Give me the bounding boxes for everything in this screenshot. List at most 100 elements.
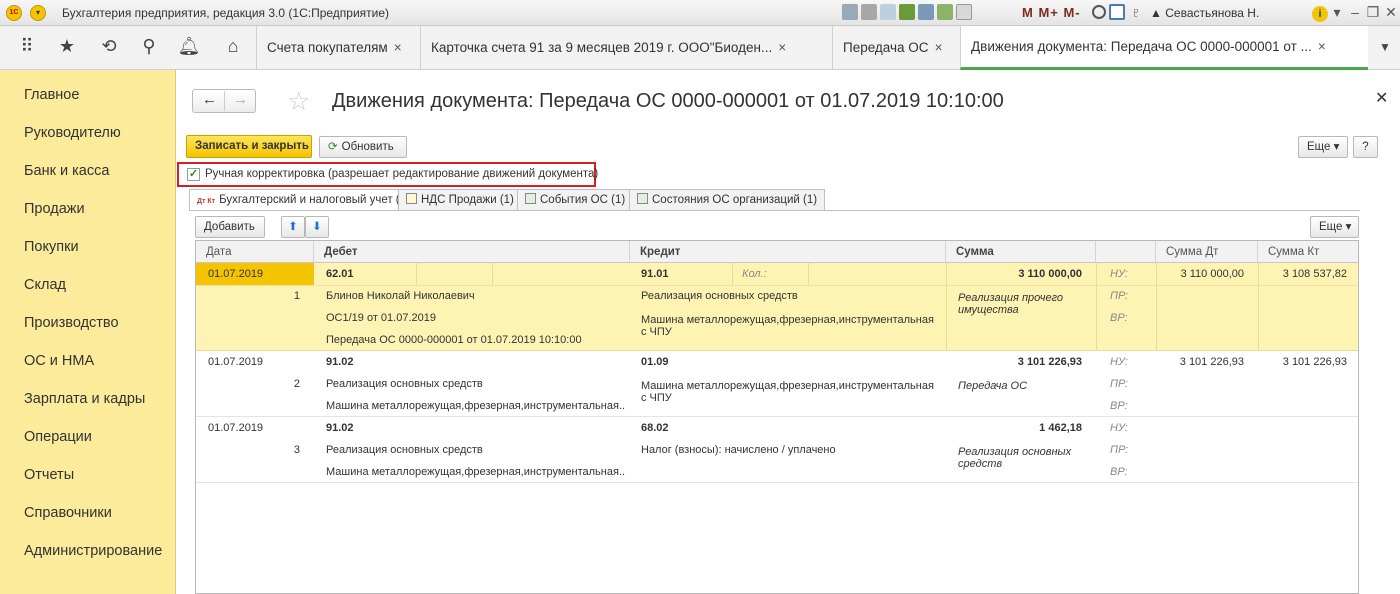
close-tab-icon[interactable]: × [394, 40, 402, 55]
main-menu-icon[interactable]: ▾ [30, 5, 46, 21]
memory-buttons[interactable]: M M+ M- [1022, 5, 1081, 20]
settings-icon[interactable]: ♇ [1128, 4, 1144, 20]
app-window: 1С ▾ Бухгалтерия предприятия, редакция 3… [0, 0, 1400, 594]
favorites-star-icon[interactable]: ★ [54, 36, 80, 57]
app-logo: 1С [6, 5, 22, 21]
sidebar-item-main[interactable]: Главное [0, 76, 175, 114]
tab-accounting[interactable]: Дт Кт Бухгалтерский и налоговый учет (3) [189, 189, 418, 211]
history-icon[interactable]: ⟲ [96, 36, 122, 57]
close-form-icon[interactable]: ✕ [1375, 88, 1388, 108]
sidebar-item-payroll[interactable]: Зарплата и кадры [0, 380, 175, 418]
move-up-arrow-icon[interactable]: ⬆ [281, 216, 305, 238]
row2-debit-sub1: Реализация основных средств [326, 378, 483, 390]
help-button[interactable]: ? [1353, 136, 1378, 158]
row1-number: 1 [293, 290, 300, 302]
refresh-icon: ⟳ [328, 141, 338, 153]
notifications-bell-icon[interactable]: 🔔︎ [176, 36, 202, 57]
column-header-sum[interactable]: Сумма [946, 241, 1096, 263]
dropdown-icon[interactable]: ▾ [1328, 4, 1346, 21]
tab-account-card[interactable]: Карточка счета 91 за 9 месяцев 2019 г. О… [420, 26, 832, 70]
more-button[interactable]: Еще ▾ [1298, 136, 1348, 158]
search-icon[interactable]: ⚲ [136, 36, 162, 57]
user-name[interactable]: ▲ Севастьянова Н. [1150, 6, 1259, 20]
title-bar: 1С ▾ Бухгалтерия предприятия, редакция 3… [0, 0, 1400, 26]
tab-label: Движения документа: Передача ОС 0000-000… [971, 39, 1312, 54]
favorite-star-icon[interactable]: ☆ [287, 86, 310, 117]
register-icon [637, 193, 648, 204]
register-icon [525, 193, 536, 204]
row2-debit-account: 91.02 [326, 356, 354, 368]
tabs-dropdown-icon[interactable]: ▼ [1372, 40, 1398, 54]
movements-table[interactable]: Дата Дебет Кредит Сумма Сумма Дт Сумма К… [195, 240, 1359, 594]
back-arrow-icon[interactable]: ← [202, 91, 217, 108]
row2-label-pr: ПР: [1110, 378, 1129, 390]
sidebar-item-bank[interactable]: Банк и касса [0, 152, 175, 190]
column-header-date[interactable]: Дата [196, 241, 314, 263]
add-button[interactable]: Добавить [195, 216, 265, 238]
sidebar-item-fixed-assets[interactable]: ОС и НМА [0, 342, 175, 380]
row2-label-vr: ВР: [1110, 400, 1128, 412]
minimize-icon[interactable]: – [1346, 4, 1364, 20]
column-header-sum-dt[interactable]: Сумма Дт [1156, 241, 1258, 263]
window-layout-icon[interactable] [1109, 4, 1125, 20]
save-icon[interactable] [842, 4, 858, 20]
close-icon[interactable]: ✕ [1382, 4, 1400, 21]
column-header-credit[interactable]: Кредит [630, 241, 946, 263]
row3-debit-sub1: Реализация основных средств [326, 444, 483, 456]
tab-os-events[interactable]: События ОС (1) [517, 189, 634, 210]
user-icon: ▲ [1150, 6, 1162, 20]
move-down-arrow-icon[interactable]: ⬇ [305, 216, 329, 238]
row1-label-pr: ПР: [1110, 290, 1129, 302]
column-header-debit[interactable]: Дебет [314, 241, 630, 263]
preview-icon[interactable] [880, 4, 896, 20]
app-title: Бухгалтерия предприятия, редакция 3.0 (1… [62, 6, 390, 20]
close-tab-icon[interactable]: × [935, 40, 943, 55]
tab-vat-label: НДС Продажи (1) [421, 194, 514, 206]
sidebar-item-sales[interactable]: Продажи [0, 190, 175, 228]
tab-invoices[interactable]: Счета покупателям × [256, 26, 420, 70]
calendar-icon[interactable] [956, 4, 972, 20]
row3-label-nu: НУ: [1110, 422, 1128, 434]
sidebar-item-references[interactable]: Справочники [0, 494, 175, 532]
close-tab-icon[interactable]: × [778, 40, 786, 55]
row1-sum-note: Реализация прочего имущества [958, 292, 1063, 316]
sidebar-item-operations[interactable]: Операции [0, 418, 175, 456]
calculator-icon[interactable] [937, 4, 953, 20]
row1-debit-sub3: Передача ОС 0000-000001 от 01.07.2019 10… [326, 334, 582, 346]
tab-bar: ⠿ ★ ⟲ ⚲ 🔔︎ ⌂ Счета покупателям × Карточка… [0, 26, 1400, 70]
sidebar-item-warehouse[interactable]: Склад [0, 266, 175, 304]
tab-document-movements[interactable]: Движения документа: Передача ОС 0000-000… [960, 26, 1368, 70]
apps-grid-icon[interactable]: ⠿ [14, 36, 40, 57]
tab-os-states[interactable]: Состояния ОС организаций (1) [629, 189, 826, 210]
manual-adjustment-checkbox[interactable]: ✓ [187, 168, 200, 181]
close-tab-icon[interactable]: × [1318, 39, 1326, 54]
sidebar-item-reports[interactable]: Отчеты [0, 456, 175, 494]
row2-number: 2 [293, 378, 300, 390]
restore-icon[interactable]: ❐ [1364, 4, 1382, 21]
sidebar-item-purchases[interactable]: Покупки [0, 228, 175, 266]
zoom-icon[interactable] [1092, 5, 1106, 19]
home-icon[interactable]: ⌂ [220, 36, 246, 57]
forward-arrow-icon[interactable]: → [233, 91, 248, 108]
save-close-button[interactable]: Записать и закрыть [186, 135, 312, 158]
tab-transfer-os[interactable]: Передача ОС × [832, 26, 960, 70]
link-icon[interactable] [918, 4, 934, 20]
sidebar-item-production[interactable]: Производство [0, 304, 175, 342]
tab-divider [189, 210, 1360, 211]
refresh-button[interactable]: ⟳ Обновить [319, 136, 407, 158]
toolbar-icons-right: ♇ [1092, 4, 1147, 22]
sidebar-item-admin[interactable]: Администрирование [0, 532, 175, 570]
nav-buttons: ← → [192, 89, 256, 113]
row3-label-pr: ПР: [1110, 444, 1129, 456]
sidebar-item-manager[interactable]: Руководителю [0, 114, 175, 152]
tab-vat-sales[interactable]: НДС Продажи (1) [398, 189, 522, 210]
column-header-sum-kt[interactable]: Сумма Кт [1258, 241, 1358, 263]
info-icon[interactable]: i [1312, 6, 1328, 22]
table-more-button[interactable]: Еще ▾ [1310, 216, 1359, 238]
row1-credit-sub1: Реализация основных средств [641, 290, 798, 302]
print-icon[interactable] [861, 4, 877, 20]
row1-credit-qty-label: Кол.: [742, 268, 767, 280]
mail-icon[interactable] [899, 4, 915, 20]
register-icon [406, 193, 417, 204]
row2-credit-account: 01.09 [641, 356, 669, 368]
